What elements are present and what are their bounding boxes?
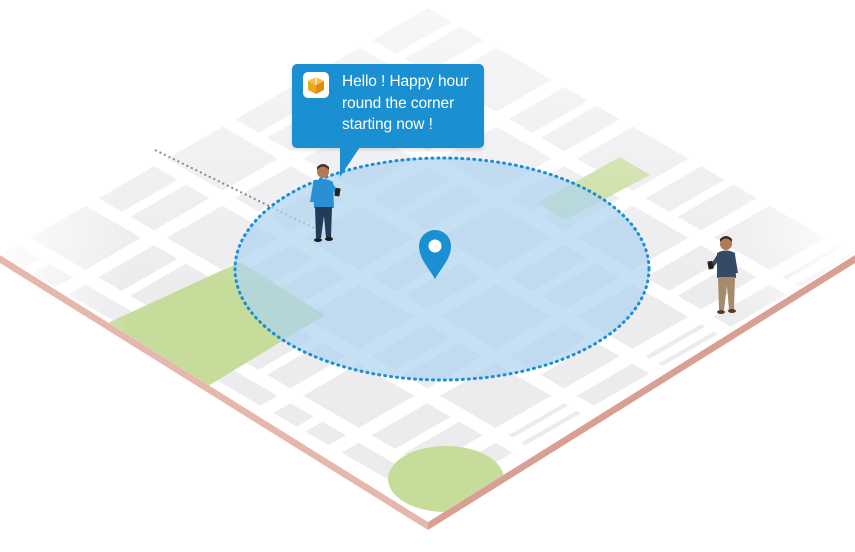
bubble-tail (340, 147, 360, 177)
notification-line-1: Hello ! Happy hour (342, 73, 469, 90)
app-icon (303, 72, 329, 98)
notification-line-3: starting now ! (342, 116, 433, 133)
gift-box-icon (306, 75, 326, 95)
geofence-zone (233, 156, 651, 382)
notification-line-2: round the corner (342, 94, 455, 112)
map-scene: Hello ! Happy hour round the corner star… (0, 0, 855, 547)
notification-bubble[interactable]: Hello ! Happy hour round the corner star… (292, 64, 484, 177)
